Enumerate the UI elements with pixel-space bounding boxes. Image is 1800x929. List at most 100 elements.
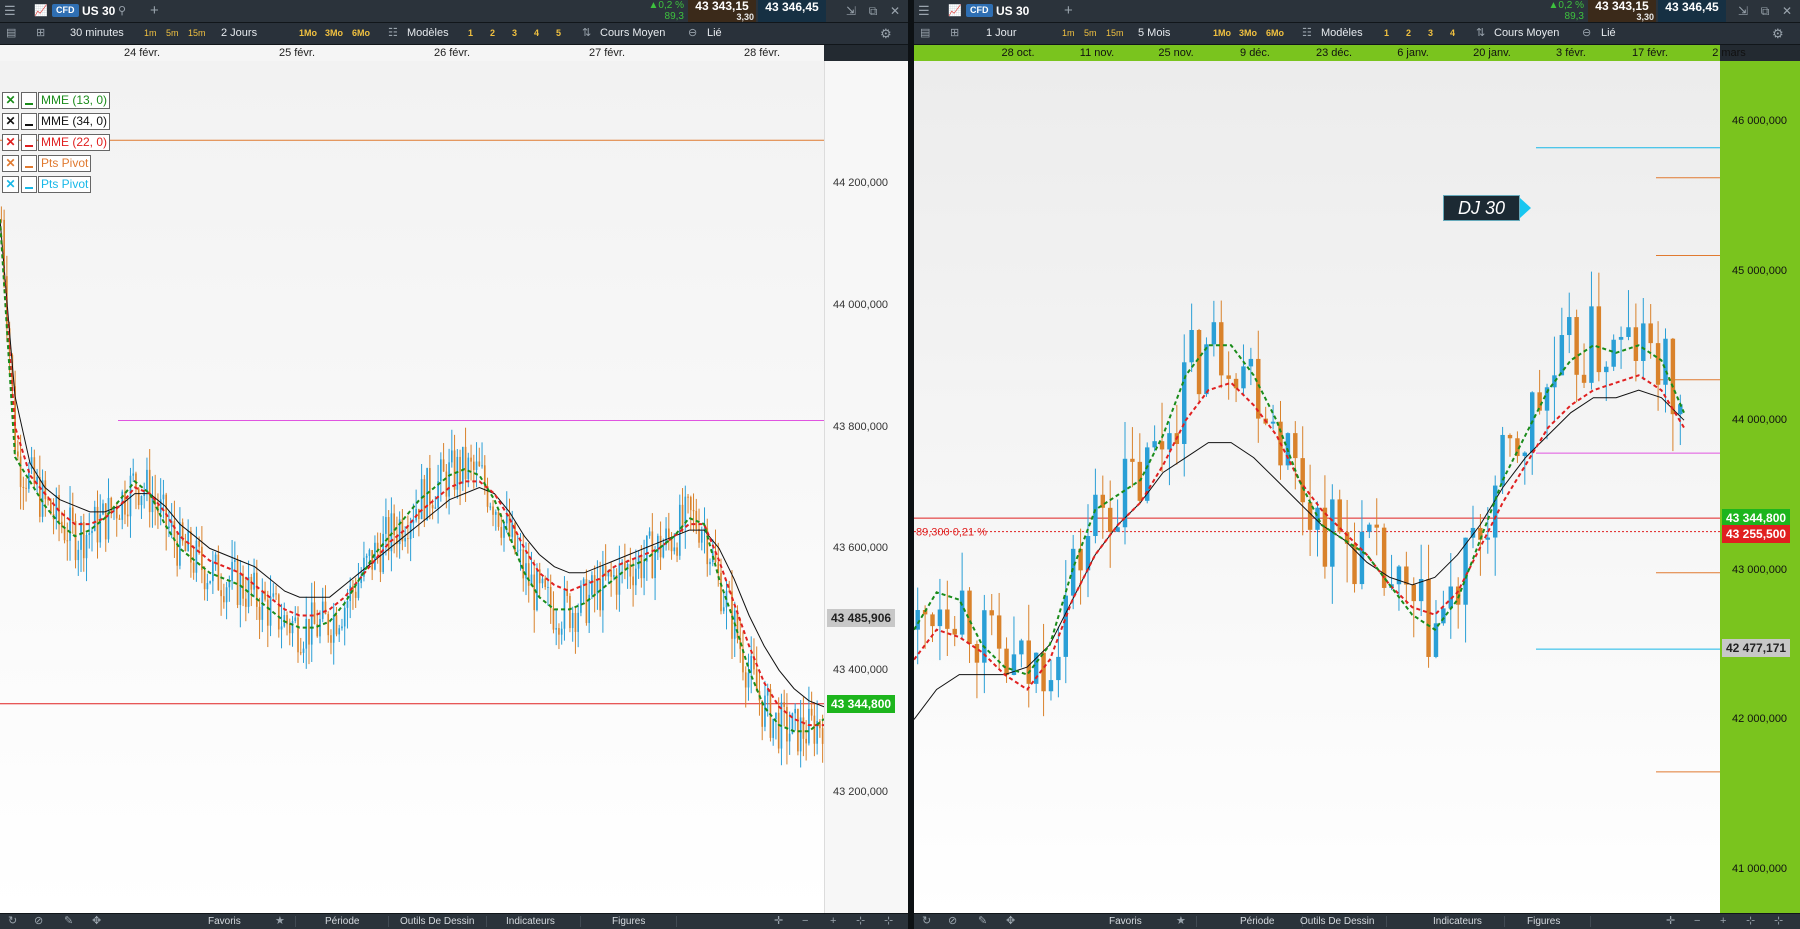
- line-style-icon[interactable]: [21, 113, 37, 130]
- preset-4[interactable]: 4: [534, 23, 539, 44]
- close-icon[interactable]: ✕: [1780, 0, 1794, 22]
- zoom-out-icon[interactable]: −: [802, 914, 808, 929]
- figures-tab[interactable]: Figures: [612, 914, 645, 929]
- reset-icon[interactable]: ↻: [8, 914, 17, 929]
- tf-1m[interactable]: 1m: [1062, 23, 1075, 44]
- indicators-tab[interactable]: Indicateurs: [1433, 914, 1482, 929]
- remove-indicator-icon[interactable]: ✕: [2, 134, 19, 151]
- period-6mo[interactable]: 6Mo: [352, 23, 370, 44]
- indicator-label[interactable]: MME (34, 0): [38, 113, 111, 130]
- tf-5m[interactable]: 5m: [1084, 23, 1097, 44]
- period-3mo[interactable]: 3Mo: [325, 23, 343, 44]
- indicator-label[interactable]: Pts Pivot: [38, 176, 92, 193]
- candlestick-chart[interactable]: 89,300 0,21 %: [914, 61, 1720, 914]
- star-icon[interactable]: ★: [1176, 914, 1186, 929]
- models-button[interactable]: Modèles: [407, 23, 449, 44]
- zoom-in-icon[interactable]: +: [1720, 914, 1726, 929]
- move-icon[interactable]: ✥: [1006, 914, 1015, 929]
- price-type-selector[interactable]: Cours Moyen: [1494, 23, 1559, 44]
- preset-3[interactable]: 3: [1428, 23, 1433, 44]
- zoom-out-icon[interactable]: −: [1694, 914, 1700, 929]
- chart-type-icon[interactable]: 📈: [34, 0, 48, 22]
- layout-icon[interactable]: ▤: [920, 23, 930, 44]
- add-tab-icon[interactable]: +: [150, 0, 159, 22]
- line-style-icon[interactable]: [21, 92, 37, 109]
- models-icon[interactable]: ☷: [1302, 23, 1312, 44]
- preset-2[interactable]: 2: [1406, 23, 1411, 44]
- pen-icon[interactable]: ✎: [64, 914, 73, 929]
- period-tab[interactable]: Période: [1240, 914, 1274, 929]
- remove-indicator-icon[interactable]: ✕: [2, 155, 19, 172]
- pen-icon[interactable]: ✎: [978, 914, 987, 929]
- popout-icon[interactable]: ⧉: [1758, 0, 1772, 22]
- cursor-off-icon[interactable]: ⊘: [948, 914, 957, 929]
- pin-icon[interactable]: ⇲: [844, 0, 858, 22]
- add-tab-icon[interactable]: +: [1064, 0, 1073, 22]
- instrument-label[interactable]: DJ 30: [1443, 195, 1532, 221]
- drawing-tools-tab[interactable]: Outils De Dessin: [1300, 914, 1374, 929]
- preset-1[interactable]: 1: [468, 23, 473, 44]
- period-3mo[interactable]: 3Mo: [1239, 23, 1257, 44]
- crosshair-icon[interactable]: ✛: [1666, 914, 1675, 929]
- fit-horizontal-icon[interactable]: ⊹: [1746, 914, 1755, 929]
- preset-1[interactable]: 1: [1384, 23, 1389, 44]
- indicator-label[interactable]: MME (13, 0): [38, 92, 111, 109]
- candlestick-chart[interactable]: [0, 61, 824, 914]
- drawing-tools-tab[interactable]: Outils De Dessin: [400, 914, 474, 929]
- figures-tab[interactable]: Figures: [1527, 914, 1560, 929]
- price-axis[interactable]: 43 485,906 43 344,800 44 200,000 44 000,0…: [824, 61, 908, 914]
- symbol-name[interactable]: US 30: [82, 0, 115, 22]
- cursor-off-icon[interactable]: ⊘: [34, 914, 43, 929]
- remove-indicator-icon[interactable]: ✕: [2, 113, 19, 130]
- indicators-tab[interactable]: Indicateurs: [506, 914, 555, 929]
- period-6mo[interactable]: 6Mo: [1266, 23, 1284, 44]
- price-plot[interactable]: 89,300 0,21 %: [914, 61, 1720, 914]
- move-icon[interactable]: ✥: [92, 914, 101, 929]
- star-icon[interactable]: ★: [275, 914, 285, 929]
- close-icon[interactable]: ✕: [888, 0, 902, 22]
- settings-gear-icon[interactable]: ⚙: [1772, 23, 1784, 44]
- indicator-label[interactable]: Pts Pivot: [38, 155, 92, 172]
- link-toggle[interactable]: Lié: [707, 23, 722, 44]
- fit-vertical-icon[interactable]: ⊹: [1774, 914, 1783, 929]
- period-selector[interactable]: 2 Jours: [221, 23, 257, 44]
- settings-gear-icon[interactable]: ⚙: [880, 23, 892, 44]
- tf-15m[interactable]: 15m: [1106, 23, 1124, 44]
- period-1mo[interactable]: 1Mo: [1213, 23, 1231, 44]
- fit-horizontal-icon[interactable]: ⊹: [856, 914, 865, 929]
- period-selector[interactable]: 5 Mois: [1138, 23, 1170, 44]
- preset-5[interactable]: 5: [556, 23, 561, 44]
- models-icon[interactable]: ☷: [388, 23, 398, 44]
- grid-icon[interactable]: ⊞: [950, 23, 959, 44]
- price-type-selector[interactable]: Cours Moyen: [600, 23, 665, 44]
- popout-icon[interactable]: ⧉: [866, 0, 880, 22]
- period-tab[interactable]: Période: [325, 914, 359, 929]
- ask-button[interactable]: 43 346,45: [758, 0, 826, 22]
- remove-indicator-icon[interactable]: ✕: [2, 92, 19, 109]
- favorites-tab[interactable]: Favoris: [208, 914, 241, 929]
- interval-selector[interactable]: 1 Jour: [986, 23, 1017, 44]
- period-1mo[interactable]: 1Mo: [299, 23, 317, 44]
- reset-icon[interactable]: ↻: [922, 914, 931, 929]
- search-icon[interactable]: ⚲: [118, 0, 126, 22]
- layout-icon[interactable]: ▤: [6, 23, 16, 44]
- chart-type-icon[interactable]: 📈: [948, 0, 962, 22]
- line-style-icon[interactable]: [21, 176, 37, 193]
- price-plot[interactable]: [0, 61, 824, 914]
- preset-4[interactable]: 4: [1450, 23, 1455, 44]
- models-button[interactable]: Modèles: [1321, 23, 1363, 44]
- fit-vertical-icon[interactable]: ⊹: [884, 914, 893, 929]
- zoom-in-icon[interactable]: +: [830, 914, 836, 929]
- grid-icon[interactable]: ⊞: [36, 23, 45, 44]
- crosshair-icon[interactable]: ✛: [774, 914, 783, 929]
- ask-button[interactable]: 43 346,45: [1658, 0, 1726, 22]
- link-toggle[interactable]: Lié: [1601, 23, 1616, 44]
- tf-15m[interactable]: 15m: [188, 23, 206, 44]
- preset-2[interactable]: 2: [490, 23, 495, 44]
- line-style-icon[interactable]: [21, 155, 37, 172]
- bid-button[interactable]: 43 343,15 3,30: [688, 0, 756, 22]
- preset-3[interactable]: 3: [512, 23, 517, 44]
- interval-selector[interactable]: 30 minutes: [70, 23, 124, 44]
- price-axis[interactable]: 43 344,800 43 255,500 42 477,171 46 000,…: [1720, 61, 1800, 914]
- menu-icon[interactable]: ☰: [918, 0, 930, 22]
